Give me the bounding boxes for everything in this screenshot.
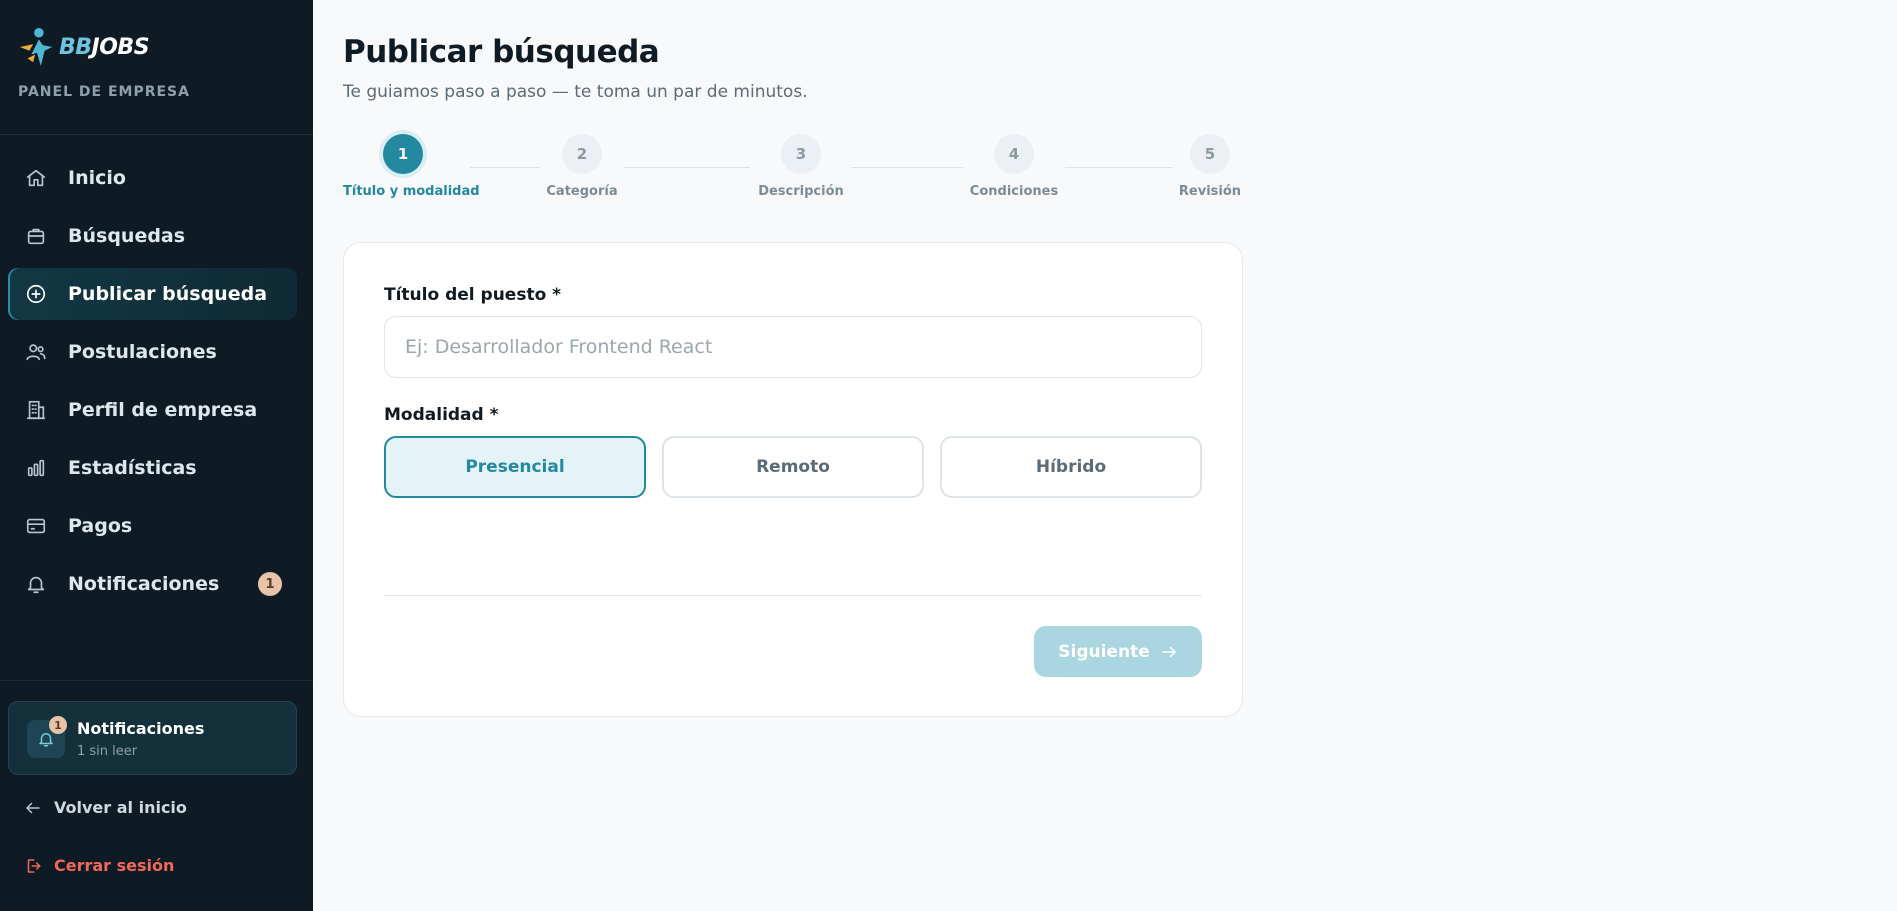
sidebar-item-pagos[interactable]: Pagos: [8, 500, 297, 552]
step-connector: [851, 167, 963, 168]
step-5[interactable]: 5 Revisión: [1177, 134, 1243, 199]
sidebar-item-estadisticas[interactable]: Estadísticas: [8, 442, 297, 494]
sidebar-item-label: Pagos: [68, 515, 133, 537]
logo-icon: [19, 28, 53, 66]
arrow-right-icon: [1161, 646, 1176, 657]
progress-stepper: 1 Título y modalidad 2 Categoría 3 Descr…: [343, 134, 1243, 204]
step-connector: [470, 167, 540, 168]
plus-circle-icon: [24, 282, 48, 306]
sidebar-item-label: Postulaciones: [68, 341, 217, 363]
step-1[interactable]: 1 Título y modalidad: [343, 134, 480, 199]
sidebar-divider: [0, 134, 313, 135]
sidebar-item-label: Publicar búsqueda: [68, 283, 268, 305]
job-title-label: Título del puesto *: [384, 285, 562, 305]
notifications-card-subtitle: 1 sin leer: [77, 744, 138, 759]
page-subtitle: Te guiamos paso a paso — te toma un par …: [343, 82, 808, 102]
step-connector: [624, 167, 750, 168]
sidebar-divider: [0, 680, 313, 681]
form-divider: [384, 595, 1202, 596]
logout-label: Cerrar sesión: [54, 856, 175, 875]
job-form-card: Título del puesto * Modalidad * Presenci…: [343, 242, 1243, 717]
sidebar-item-inicio[interactable]: Inicio: [8, 152, 297, 204]
notification-count-badge: 1: [49, 716, 67, 734]
page-title: Publicar búsqueda: [343, 34, 660, 70]
next-button[interactable]: Siguiente: [1034, 626, 1202, 677]
modality-option-remoto[interactable]: Remoto: [662, 436, 924, 498]
sidebar-item-busquedas[interactable]: Búsquedas: [8, 210, 297, 262]
sidebar-item-label: Búsquedas: [68, 225, 186, 247]
modality-option-hibrido[interactable]: Híbrido: [940, 436, 1202, 498]
step-number: 3: [781, 134, 821, 174]
step-label: Revisión: [1178, 184, 1242, 199]
back-to-home-label: Volver al inicio: [54, 798, 187, 817]
sidebar: BBJOBS PANEL DE EMPRESA Inicio Búsquedas…: [0, 0, 313, 911]
briefcase-icon: [24, 224, 48, 248]
brand-jobs-text: JOBS: [91, 34, 150, 60]
notification-count-badge: 1: [258, 572, 282, 596]
sidebar-item-label: Estadísticas: [68, 457, 197, 479]
step-connector: [1065, 167, 1173, 168]
job-title-input[interactable]: [384, 316, 1202, 378]
credit-card-icon: [24, 514, 48, 538]
sidebar-item-label: Perfil de empresa: [68, 399, 258, 421]
sidebar-item-label: Inicio: [68, 167, 126, 189]
sidebar-item-publicar-busqueda[interactable]: Publicar búsqueda: [8, 268, 297, 320]
sidebar-item-postulaciones[interactable]: Postulaciones: [8, 326, 297, 378]
step-label: Título y modalidad: [343, 184, 480, 199]
step-number: 4: [994, 134, 1034, 174]
step-number: 5: [1190, 134, 1230, 174]
bar-chart-icon: [24, 456, 48, 480]
next-button-label: Siguiente: [1058, 641, 1150, 662]
notifications-summary-card[interactable]: 1 Notificaciones 1 sin leer: [8, 701, 297, 775]
step-number: 1: [383, 134, 423, 174]
brand-bb-text: BB: [59, 34, 92, 60]
users-icon: [24, 340, 48, 364]
step-3[interactable]: 3 Descripción: [757, 134, 845, 199]
sidebar-item-perfil-empresa[interactable]: Perfil de empresa: [8, 384, 297, 436]
step-4[interactable]: 4 Condiciones: [967, 134, 1061, 199]
logout-link[interactable]: Cerrar sesión: [24, 856, 174, 875]
back-to-home-link[interactable]: Volver al inicio: [24, 798, 187, 817]
step-label: Descripción: [758, 184, 844, 199]
building-icon: [24, 398, 48, 422]
sidebar-item-notificaciones[interactable]: Notificaciones 1: [8, 558, 297, 610]
bell-icon: [24, 572, 48, 596]
modality-label: Modalidad *: [384, 405, 499, 425]
sidebar-nav: Inicio Búsquedas Publicar búsqueda Postu…: [8, 152, 297, 616]
step-label: Categoría: [546, 184, 618, 199]
step-label: Condiciones: [969, 184, 1059, 199]
logout-icon: [27, 858, 41, 873]
step-2[interactable]: 2 Categoría: [544, 134, 620, 199]
arrow-left-icon: [26, 802, 40, 813]
brand-logo[interactable]: BBJOBS: [18, 26, 150, 68]
sidebar-item-label: Notificaciones: [68, 573, 220, 595]
modality-option-presencial[interactable]: Presencial: [384, 436, 646, 498]
panel-label: PANEL DE EMPRESA: [18, 84, 190, 100]
home-icon: [24, 166, 48, 190]
step-number: 2: [562, 134, 602, 174]
notifications-card-title: Notificaciones: [77, 719, 205, 738]
